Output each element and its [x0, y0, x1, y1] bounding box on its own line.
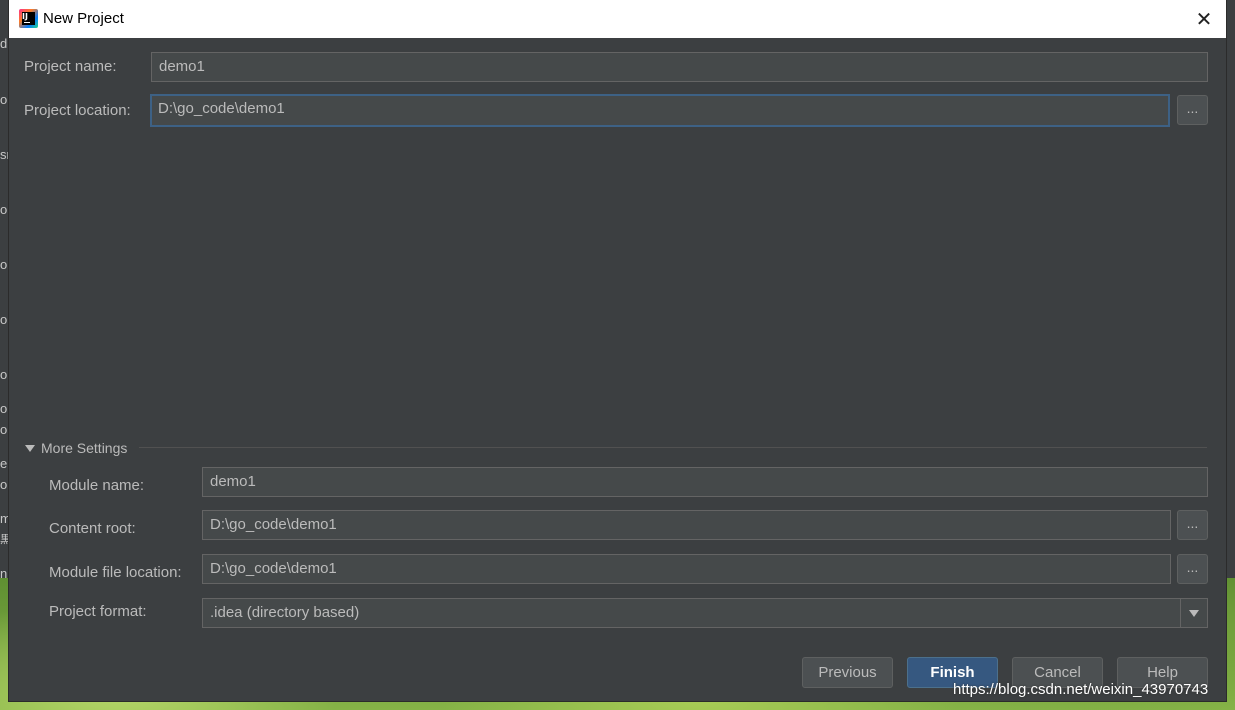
project-location-browse-button[interactable]: ... — [1177, 95, 1208, 125]
project-format-label: Project format: — [49, 603, 147, 620]
module-file-location-label: Module file location: — [49, 564, 182, 581]
dropdown-arrow-icon[interactable] — [1180, 599, 1207, 627]
triangle-down-icon — [25, 445, 35, 452]
project-name-label: Project name: — [24, 58, 117, 75]
bg-fragment-text: o — [0, 92, 8, 107]
module-name-input[interactable]: demo1 — [202, 467, 1208, 497]
background-window-edge — [1226, 0, 1235, 580]
bg-fragment-text: o — [0, 477, 8, 492]
more-settings-toggle[interactable]: More Settings — [25, 440, 127, 456]
project-location-input[interactable]: D:\go_code\demo1 — [150, 94, 1170, 127]
project-location-label: Project location: — [24, 102, 131, 119]
project-name-input[interactable]: demo1 — [151, 52, 1208, 82]
project-format-select[interactable]: .idea (directory based) — [202, 598, 1208, 628]
dialog-titlebar[interactable]: IJ New Project ✕ — [9, 0, 1226, 38]
bg-fragment-text: 黒 — [0, 534, 9, 546]
previous-button[interactable]: Previous — [802, 657, 893, 688]
bg-fragment-text: o — [0, 257, 8, 272]
content-root-browse-button[interactable]: ... — [1177, 510, 1208, 540]
close-button[interactable]: ✕ — [1182, 0, 1226, 38]
intellij-app-icon: IJ — [19, 9, 38, 28]
section-divider — [139, 447, 1207, 448]
bg-fragment-text: o — [0, 422, 8, 437]
bg-fragment-text: m — [0, 511, 9, 526]
bg-fragment-text: o — [0, 312, 8, 327]
project-format-value: .idea (directory based) — [210, 604, 360, 621]
module-name-label: Module name: — [49, 477, 145, 494]
watermark-url: https://blog.csdn.net/weixin_43970743 — [953, 681, 1209, 698]
bg-fragment-text: sr — [0, 147, 9, 162]
bg-fragment-text: o — [0, 367, 8, 382]
module-file-location-browse-button[interactable]: ... — [1177, 554, 1208, 584]
background-window-fragment: d o sr o o o o o o er o m 黒 n — [0, 0, 9, 580]
bg-fragment-text: o — [0, 401, 8, 416]
content-root-input[interactable]: D:\go_code\demo1 — [202, 510, 1171, 540]
bg-fragment-text: er — [0, 456, 9, 471]
content-root-label: Content root: — [49, 520, 136, 537]
dialog-title: New Project — [43, 10, 124, 27]
more-settings-label: More Settings — [41, 440, 128, 456]
module-file-location-input[interactable]: D:\go_code\demo1 — [202, 554, 1171, 584]
close-icon: ✕ — [1195, 7, 1213, 31]
new-project-dialog: IJ New Project ✕ Project name: demo1 Pro… — [9, 0, 1226, 701]
bg-fragment-text: o — [0, 202, 8, 217]
bg-fragment-text: d — [0, 36, 8, 51]
